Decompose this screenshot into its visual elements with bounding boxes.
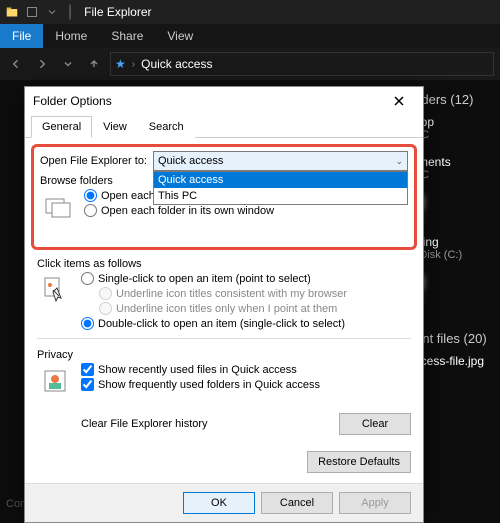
window-title: File Explorer	[84, 5, 151, 19]
open-explorer-to-combobox[interactable]: Quick access ⌄ Quick access This PC	[153, 151, 408, 171]
radio-single-click[interactable]: Single-click to open an item (point to s…	[81, 272, 347, 285]
restore-defaults-button[interactable]: Restore Defaults	[307, 451, 411, 473]
folder-options-dialog: Folder Options General View Search Open …	[24, 86, 424, 523]
recent-locations-button[interactable]	[58, 54, 78, 74]
quick-access-toolbar-icon[interactable]	[24, 4, 40, 20]
tutorial-highlight-box: Open File Explorer to: Quick access ⌄ Qu…	[31, 144, 417, 250]
ribbon-tab-view[interactable]: View	[155, 24, 205, 48]
chevron-down-icon: ⌄	[395, 156, 403, 167]
clear-history-label: Clear File Explorer history	[81, 418, 208, 430]
ribbon-tab-share[interactable]: Share	[99, 24, 155, 48]
combobox-dropdown: Quick access This PC	[153, 171, 408, 205]
dialog-close-button[interactable]	[383, 89, 415, 113]
forward-button[interactable]	[32, 54, 52, 74]
folder-app-icon	[4, 4, 20, 20]
breadcrumb-separator-icon: ›	[132, 59, 135, 70]
browse-folders-icon	[40, 189, 76, 225]
radio-underline-point: Underline icon titles only when I point …	[99, 302, 347, 315]
window-titlebar: | File Explorer	[0, 0, 500, 24]
up-button[interactable]	[84, 54, 104, 74]
apply-button[interactable]: Apply	[339, 492, 411, 514]
click-items-label: Click items as follows	[37, 258, 411, 270]
dropdown-toolbar-icon[interactable]	[44, 4, 60, 20]
cancel-button[interactable]: Cancel	[261, 492, 333, 514]
dropdown-option-this-pc[interactable]: This PC	[154, 188, 407, 204]
open-explorer-to-label: Open File Explorer to:	[40, 155, 147, 167]
dropdown-option-quick-access[interactable]: Quick access	[154, 172, 407, 188]
radio-double-click[interactable]: Double-click to open an item (single-cli…	[81, 317, 347, 330]
click-items-icon	[37, 272, 73, 308]
combobox-value: Quick access	[158, 155, 223, 167]
clear-button[interactable]: Clear	[339, 413, 411, 435]
ribbon-tab-file[interactable]: File	[0, 24, 43, 48]
radio-own-window[interactable]: Open each folder in its own window	[84, 204, 285, 217]
dialog-footer: OK Cancel Apply	[25, 483, 423, 522]
quick-access-star-icon: ★	[115, 57, 126, 71]
address-bar[interactable]: ★ › Quick access	[110, 52, 494, 76]
breadcrumb-current[interactable]: Quick access	[141, 57, 212, 71]
tab-search[interactable]: Search	[138, 116, 195, 138]
ribbon: File Home Share View	[0, 24, 500, 48]
tab-general[interactable]: General	[31, 116, 92, 138]
check-frequent-folders[interactable]: Show frequently used folders in Quick ac…	[81, 378, 320, 391]
tab-view[interactable]: View	[92, 116, 138, 138]
dialog-title: Folder Options	[33, 94, 112, 108]
ok-button[interactable]: OK	[183, 492, 255, 514]
dialog-tabs: General View Search	[25, 115, 423, 138]
privacy-icon	[37, 363, 73, 399]
privacy-label: Privacy	[37, 349, 411, 361]
ribbon-tab-home[interactable]: Home	[43, 24, 99, 48]
check-recent-files[interactable]: Show recently used files in Quick access	[81, 363, 320, 376]
dialog-titlebar: Folder Options	[25, 87, 423, 115]
radio-underline-browser: Underline icon titles consistent with my…	[99, 287, 347, 300]
navigation-bar: ★ › Quick access	[0, 48, 500, 80]
back-button[interactable]	[6, 54, 26, 74]
